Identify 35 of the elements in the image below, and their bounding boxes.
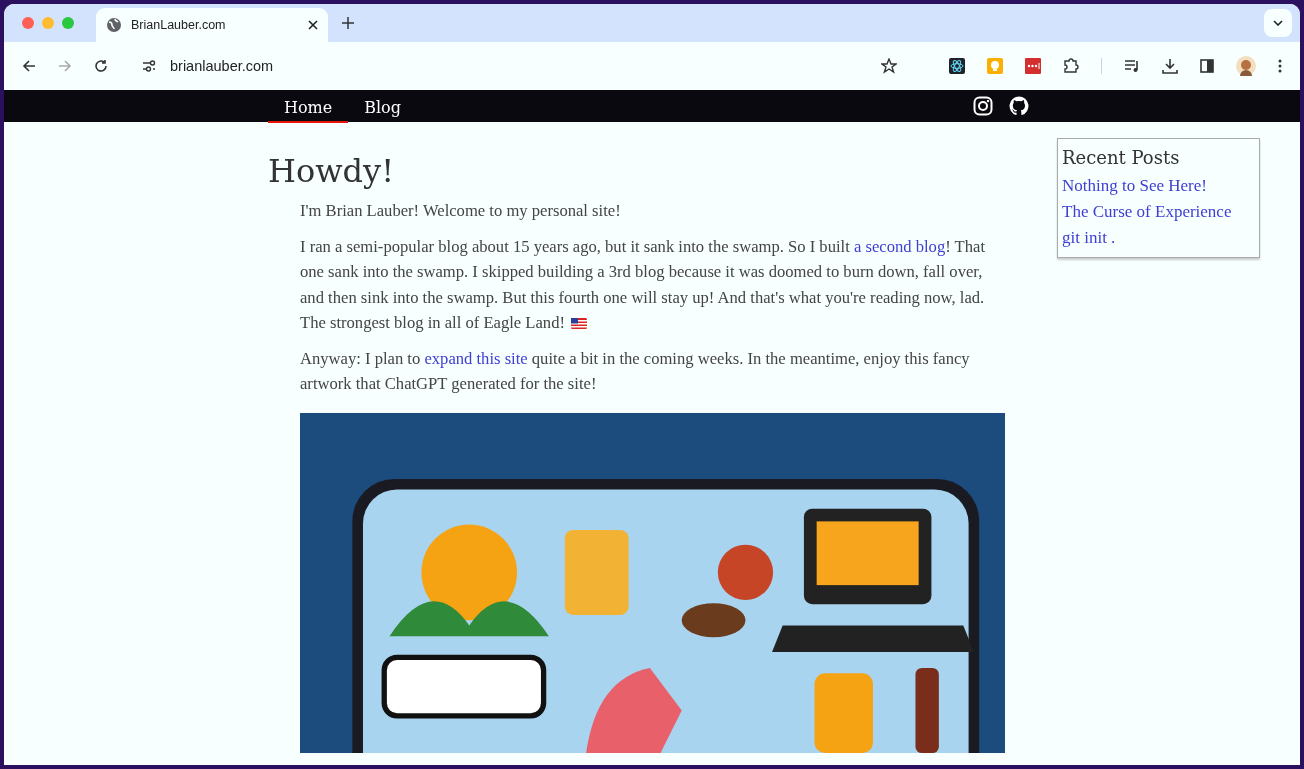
card-title: Recent Posts xyxy=(1062,147,1181,168)
address-bar[interactable]: brianlauber.com xyxy=(170,58,274,74)
page-heading: Howdy! xyxy=(268,152,395,190)
dots-extension-icon[interactable] xyxy=(1025,58,1041,74)
globe-icon xyxy=(106,17,122,33)
close-tab-icon[interactable] xyxy=(308,20,318,30)
download-icon[interactable] xyxy=(1162,58,1178,74)
nav-link[interactable]: Home xyxy=(268,93,349,123)
site-settings-icon[interactable] xyxy=(142,60,156,72)
tab-search-button[interactable] xyxy=(1264,9,1292,37)
paragraph: Anyway: I plan to expand this site quite a bit in the coming weeks. In the meantime, enjoy this fancy artwork that ChatGPT generated for the site! xyxy=(300,347,971,395)
flag-icon xyxy=(570,318,587,329)
more-menu-icon[interactable] xyxy=(1278,59,1282,73)
paragraph: I ran a semi-popular blog about 15 years ago, but it sank into the swamp. So I built a second blog! That one sank into the swamp. I skipped building a 3rd blog because it was doomed to burn down, fall over, and then sink into the swamp. But this fourth one will stay up! And that's what you're reading now, lad. The strongest blog in all of Eagle Land! xyxy=(300,235,986,334)
instagram-icon[interactable] xyxy=(973,96,993,116)
post-link[interactable]: Nothing to See Here! xyxy=(1062,173,1255,199)
tab-title: BrianLauber.com xyxy=(131,18,227,32)
atom-extension-icon[interactable] xyxy=(949,58,965,74)
browser-tab[interactable]: BrianLauber.com xyxy=(96,8,328,42)
text-link[interactable]: a second blog xyxy=(853,236,946,256)
reload-icon[interactable] xyxy=(94,59,108,73)
chevron-down-icon xyxy=(1273,20,1283,26)
media-queue-icon[interactable] xyxy=(1124,58,1140,74)
text-link[interactable]: expand this site xyxy=(424,348,528,368)
puzzle-icon[interactable] xyxy=(1063,58,1079,74)
post-link[interactable]: git init . xyxy=(1062,225,1255,251)
avatar-icon[interactable] xyxy=(1236,56,1256,76)
github-icon[interactable] xyxy=(1009,96,1029,116)
nav-link[interactable]: Blog xyxy=(348,93,417,123)
post-link[interactable]: The Curse of Experience xyxy=(1062,199,1255,225)
back-icon[interactable] xyxy=(22,59,36,73)
new-tab-icon[interactable] xyxy=(342,17,354,29)
star-icon[interactable] xyxy=(881,58,897,74)
side-panel-icon[interactable] xyxy=(1200,59,1214,73)
paragraph: I'm Brian Lauber! Welcome to my personal site! xyxy=(300,200,622,222)
